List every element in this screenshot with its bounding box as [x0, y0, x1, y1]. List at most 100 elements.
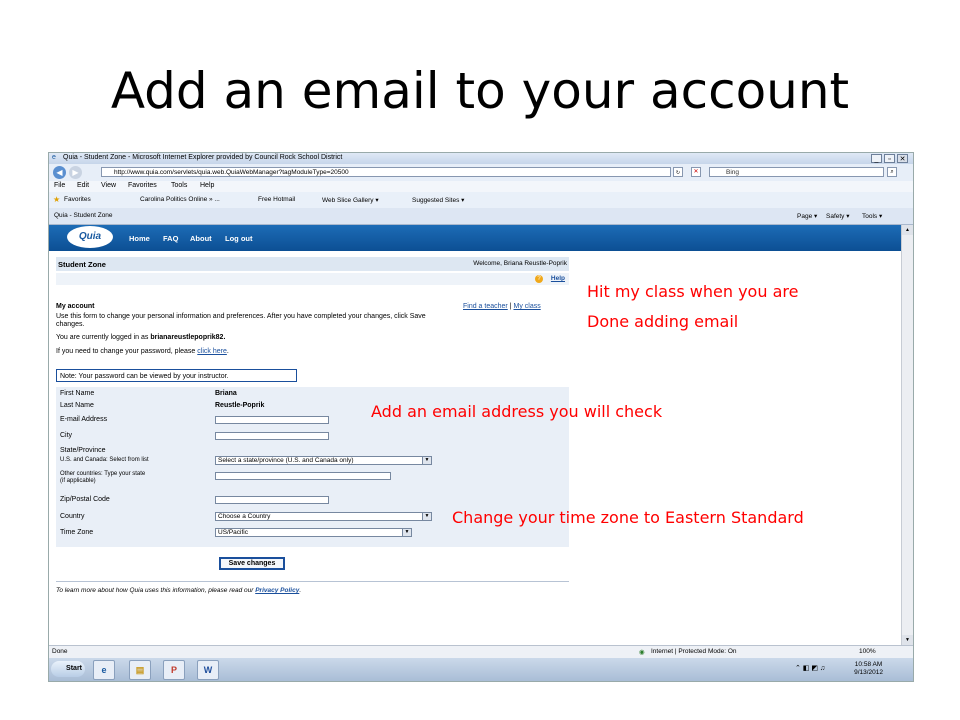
privacy-suffix: .	[299, 587, 302, 594]
taskbar: Start e ▤ P W ⌃ ◧ ◩ ♫ 10:58 AM 9/13/2012	[49, 658, 913, 681]
save-changes-button[interactable]: Save changes	[219, 557, 285, 570]
clock-date: 9/13/2012	[854, 669, 883, 676]
help-row: ? Help	[56, 273, 569, 285]
maximize-button[interactable]: ▫	[884, 154, 895, 163]
powerpoint-icon[interactable]: P	[163, 660, 185, 680]
clock[interactable]: 10:58 AM 9/13/2012	[854, 661, 883, 677]
other-countries-sub: (if applicable)	[60, 478, 96, 484]
ie-icon: e	[52, 154, 56, 161]
menu-file[interactable]: File	[54, 182, 65, 189]
intro-line-1: Use this form to change your personal in…	[56, 313, 426, 320]
logged-in-text: You are currently logged in as brianareu…	[56, 334, 225, 341]
fav-webslice[interactable]: Web Slice Gallery ▾	[322, 196, 379, 204]
password-suffix: .	[226, 348, 229, 355]
search-icon[interactable]: ⌕	[887, 167, 897, 177]
forward-icon[interactable]: ▶	[69, 166, 82, 179]
privacy-policy-link[interactable]: Privacy Policy	[255, 587, 299, 594]
safety-menu[interactable]: Safety ▾	[826, 212, 850, 220]
my-class-link[interactable]: My class	[513, 303, 540, 310]
first-name-value: Briana	[215, 390, 237, 397]
window-titlebar: e Quia - Student Zone - Microsoft Intern…	[49, 153, 913, 164]
zip-field[interactable]	[215, 496, 329, 504]
last-name-label: Last Name	[60, 402, 94, 409]
timezone-select[interactable]: US/Pacific ▼	[215, 528, 412, 537]
folder-icon[interactable]: ▤	[129, 660, 151, 680]
zip-label: Zip/Postal Code	[60, 496, 110, 503]
menu-favorites[interactable]: Favorites	[128, 182, 157, 189]
tools-menu[interactable]: Tools ▾	[862, 212, 882, 220]
page-menu[interactable]: Page ▾	[797, 212, 817, 220]
logged-in-prefix: You are currently logged in as	[56, 334, 151, 341]
nav-faq[interactable]: FAQ	[163, 234, 178, 243]
student-zone-bar: Student Zone Welcome, Briana Reustle-Pop…	[56, 257, 569, 271]
fav-hotmail[interactable]: Free Hotmail	[258, 196, 295, 203]
my-account-heading: My account	[56, 303, 95, 310]
account-links: Find a teacher | My class	[463, 303, 541, 310]
scroll-down-icon[interactable]: ▼	[902, 635, 913, 645]
vertical-scrollbar[interactable]: ▲ ▼	[901, 225, 913, 645]
address-input[interactable]: http://www.quia.com/servlets/quia.web.Qu…	[101, 167, 671, 177]
tab-bar: Quia - Student Zone Page ▾ Safety ▾ Tool…	[49, 208, 913, 225]
section-title: Student Zone	[58, 260, 106, 269]
globe-icon: ◉	[639, 649, 645, 656]
menu-bar: File Edit View Favorites Tools Help	[49, 181, 913, 192]
close-button[interactable]: ✕	[897, 154, 908, 163]
annotation-my-class-1: Hit my class when you are	[587, 282, 799, 301]
menu-view[interactable]: View	[101, 182, 116, 189]
city-label: City	[60, 432, 73, 439]
last-name-value: Reustle-Poprik	[215, 402, 265, 409]
other-state-field[interactable]	[215, 472, 391, 480]
timezone-label: Time Zone	[60, 529, 94, 536]
tab-quia[interactable]: Quia - Student Zone	[54, 212, 113, 219]
find-teacher-link[interactable]: Find a teacher	[463, 303, 508, 310]
nav-about[interactable]: About	[190, 234, 212, 243]
chevron-down-icon: ▼	[422, 513, 431, 520]
intro-line-2: changes.	[56, 321, 85, 328]
start-button[interactable]: Start	[51, 661, 85, 677]
fav-carolina[interactable]: Carolina Politics Online » ...	[140, 196, 220, 203]
help-icon[interactable]: ?	[535, 275, 543, 283]
menu-help[interactable]: Help	[200, 182, 214, 189]
country-select[interactable]: Choose a Country ▼	[215, 512, 432, 521]
menu-tools[interactable]: Tools	[171, 182, 187, 189]
clock-time: 10:58 AM	[854, 661, 883, 668]
back-icon[interactable]: ◀	[53, 166, 66, 179]
search-input[interactable]: Bing	[709, 167, 884, 177]
email-field[interactable]	[215, 416, 329, 424]
state-sub-label: U.S. and Canada: Select from list	[60, 457, 149, 463]
status-bar: Done ◉ Internet | Protected Mode: On 100…	[49, 645, 913, 658]
tray-icons[interactable]: ⌃ ◧ ◩ ♫	[795, 664, 825, 672]
word-icon[interactable]: W	[197, 660, 219, 680]
favorites-button[interactable]: Favorites	[64, 196, 91, 203]
welcome-text: Welcome, Briana Reustle-Poprik	[473, 260, 567, 267]
privacy-note: To learn more about how Quia uses this i…	[56, 587, 301, 594]
fav-suggested[interactable]: Suggested Sites ▾	[412, 196, 464, 204]
refresh-icon[interactable]: ↻	[673, 167, 683, 177]
star-icon: ★	[53, 195, 61, 204]
state-select[interactable]: Select a state/province (U.S. and Canada…	[215, 456, 432, 465]
click-here-link[interactable]: click here	[197, 348, 227, 355]
annotation-email: Add an email address you will check	[371, 402, 663, 421]
country-select-value: Choose a Country	[218, 513, 271, 520]
state-select-value: Select a state/province (U.S. and Canada…	[218, 457, 354, 464]
nav-logout[interactable]: Log out	[225, 234, 253, 243]
slide-title: Add an email to your account	[110, 62, 850, 120]
zoom-level[interactable]: 100%	[859, 648, 876, 655]
country-label: Country	[60, 513, 85, 520]
stop-icon[interactable]: ✕	[691, 167, 701, 177]
scroll-up-icon[interactable]: ▲	[902, 225, 913, 235]
ie-taskbar-icon[interactable]: e	[93, 660, 115, 680]
favorites-bar: ★ Favorites Carolina Politics Online » .…	[49, 192, 913, 208]
email-label: E-mail Address	[60, 416, 108, 423]
password-prefix: If you need to change your password, ple…	[56, 348, 198, 355]
quia-header: Quia Home FAQ About Log out	[49, 225, 901, 251]
menu-edit[interactable]: Edit	[77, 182, 89, 189]
password-note: Note: Your password can be viewed by you…	[56, 369, 297, 382]
footer-divider	[56, 581, 569, 582]
status-text: Done	[52, 648, 68, 655]
help-link[interactable]: Help	[551, 275, 565, 282]
minimize-button[interactable]: _	[871, 154, 882, 163]
city-field[interactable]	[215, 432, 329, 440]
nav-home[interactable]: Home	[129, 234, 150, 243]
quia-logo[interactable]: Quia	[67, 226, 113, 248]
